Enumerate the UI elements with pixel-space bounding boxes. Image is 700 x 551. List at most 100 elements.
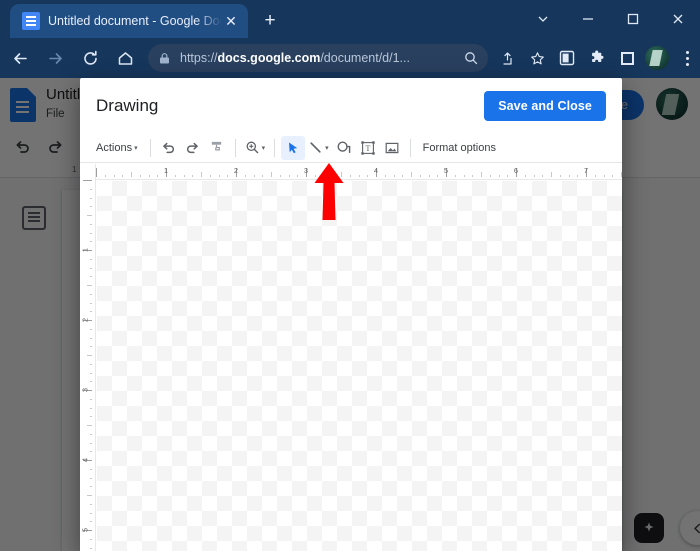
ruler-tick — [90, 188, 92, 190]
ruler-tick — [402, 175, 404, 177]
ruler-number: 4 — [373, 166, 379, 175]
ruler-tick — [393, 175, 395, 177]
ruler-tick — [428, 175, 430, 177]
address-bar[interactable]: https://docs.google.com/document/d/1... — [148, 44, 488, 72]
ruler-tick — [87, 285, 92, 286]
ruler-tick — [90, 468, 92, 470]
tab-search-icon[interactable] — [520, 0, 565, 38]
ruler-tick — [489, 175, 491, 177]
ruler-tick — [542, 175, 544, 177]
window-controls — [520, 0, 700, 38]
split-view-icon[interactable] — [614, 45, 640, 71]
ruler-number: 5 — [443, 166, 449, 175]
redo-icon[interactable] — [181, 136, 205, 160]
ruler-tick — [157, 175, 159, 177]
ruler-tick — [90, 328, 92, 330]
reload-icon[interactable] — [75, 43, 105, 73]
ruler-tick — [559, 175, 561, 177]
forward-icon[interactable] — [40, 43, 70, 73]
ruler-tick — [279, 175, 281, 177]
ruler-tick — [90, 241, 92, 243]
ruler-tick — [90, 381, 92, 383]
ruler-tick — [419, 175, 421, 177]
chevron-down-icon: ▾ — [325, 144, 329, 152]
ruler-tick — [498, 175, 500, 177]
ruler-tick — [90, 503, 92, 505]
save-and-close-button[interactable]: Save and Close — [484, 90, 606, 121]
ruler-tick — [96, 168, 97, 177]
ruler-number: 2 — [233, 166, 239, 175]
ruler-tick — [90, 521, 92, 523]
ruler-number: 3 — [303, 166, 309, 175]
ruler-number: 3 — [80, 387, 90, 393]
maximize-icon[interactable] — [610, 0, 655, 38]
format-options-button[interactable]: Format options — [417, 136, 502, 160]
select-arrow-icon[interactable] — [281, 135, 306, 160]
text-box-icon[interactable]: T — [356, 136, 380, 160]
ruler-tick — [113, 175, 115, 177]
ruler-tick — [90, 337, 92, 339]
canvas-horizontal-ruler[interactable]: 1 2 3 4 5 6 7 — [80, 164, 622, 180]
ruler-tick — [90, 293, 92, 295]
ruler-tick — [131, 172, 132, 177]
ruler-tick — [90, 547, 92, 549]
undo-icon[interactable] — [157, 136, 181, 160]
ruler-number: 4 — [80, 457, 90, 463]
ruler-tick — [551, 172, 552, 177]
home-icon[interactable] — [110, 43, 140, 73]
ruler-tick — [472, 175, 474, 177]
drawing-dialog: Drawing Save and Close Actions ▾ ▾ ▾ T F… — [80, 78, 622, 551]
close-window-icon[interactable] — [655, 0, 700, 38]
drawing-canvas-area: 1 2 3 4 5 6 7 1 2 3 4 5 — [80, 164, 622, 551]
toolbar-separator — [234, 138, 236, 157]
ruler-tick — [87, 495, 92, 496]
ruler-tick — [507, 175, 509, 177]
browser-action-icons — [494, 45, 700, 71]
kebab-menu-icon[interactable] — [674, 45, 700, 71]
ruler-tick — [87, 215, 92, 216]
side-panel-icon[interactable] — [554, 45, 580, 71]
url-text: https://docs.google.com/document/d/1... — [180, 51, 410, 65]
shape-icon[interactable] — [332, 136, 356, 160]
drawing-toolbar: Actions ▾ ▾ ▾ T Format options — [80, 133, 622, 163]
lock-icon — [160, 52, 169, 63]
ruler-tick — [90, 346, 92, 348]
ruler-tick — [104, 175, 106, 177]
ruler-tick — [90, 451, 92, 453]
browser-tab-active[interactable]: Untitled document - Google Doc ✕ — [10, 4, 248, 38]
ruler-number: 1 — [163, 166, 169, 175]
close-icon[interactable]: ✕ — [222, 12, 240, 30]
ruler-tick — [481, 172, 482, 177]
ruler-tick — [454, 175, 456, 177]
profile-avatar[interactable] — [644, 45, 670, 71]
screen-root: Untitled document - Google Doc ✕ + https… — [0, 0, 700, 551]
minimize-icon[interactable] — [565, 0, 610, 38]
actions-menu-button[interactable]: Actions ▾ — [90, 136, 144, 160]
ruler-tick — [90, 486, 92, 488]
ruler-number: 1 — [80, 247, 90, 253]
paint-format-icon[interactable] — [205, 136, 229, 160]
line-icon[interactable]: ▾ — [305, 136, 332, 160]
url-domain: docs.google.com — [217, 51, 321, 65]
extensions-puzzle-icon[interactable] — [584, 45, 610, 71]
new-tab-button[interactable]: + — [258, 9, 282, 33]
ruler-tick — [139, 175, 141, 177]
star-icon[interactable] — [524, 45, 550, 71]
google-docs-favicon — [22, 12, 40, 30]
drawing-canvas[interactable] — [97, 181, 622, 551]
ruler-tick — [122, 175, 124, 177]
actions-menu-label: Actions — [96, 141, 133, 154]
ruler-tick — [90, 442, 92, 444]
share-icon[interactable] — [494, 45, 520, 71]
canvas-vertical-ruler[interactable]: 1 2 3 4 5 — [80, 180, 96, 551]
ruler-tick — [90, 477, 92, 479]
search-icon[interactable] — [464, 51, 478, 65]
ruler-tick — [411, 172, 412, 177]
horizontal-ruler-ticks: 1 2 3 4 5 6 7 — [96, 164, 622, 180]
back-icon[interactable] — [5, 43, 35, 73]
image-icon[interactable] — [380, 136, 404, 160]
toolbar-separator — [274, 138, 276, 157]
zoom-in-icon[interactable]: ▾ — [242, 136, 269, 160]
ruler-tick — [253, 175, 255, 177]
ruler-tick — [90, 276, 92, 278]
